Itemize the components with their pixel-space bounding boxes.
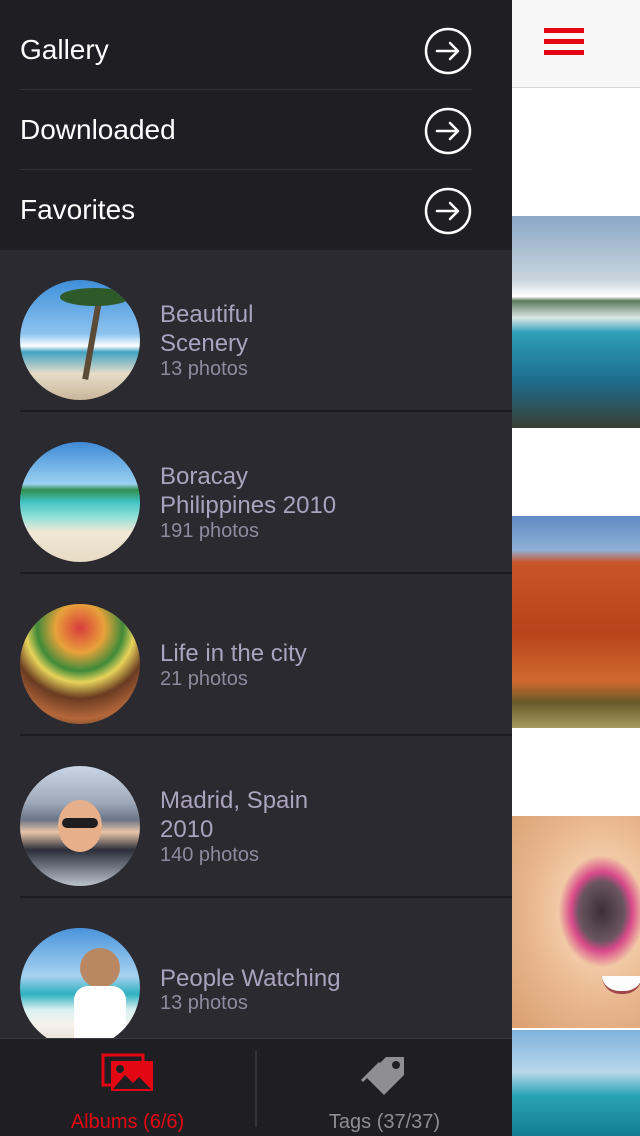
menu-item-label: Downloaded [20, 114, 176, 145]
photo-woman-sunglasses[interactable] [512, 816, 640, 1028]
photo-coastline[interactable] [512, 216, 640, 428]
album-item-life-in-the-city[interactable]: Life in the city 21 photos [0, 574, 512, 736]
album-name: Madrid, Spain 2010 [160, 787, 309, 843]
bottom-tab-bar: Albums (6/6) Tags (37/37) [0, 1038, 512, 1136]
arrow-right-circle-icon[interactable] [424, 27, 472, 75]
top-navigation-bar [512, 0, 640, 88]
side-drawer: Gallery Downloaded Favorites Beautiful S… [0, 0, 512, 1136]
album-name: Life in the city [160, 640, 307, 667]
tab-albums[interactable]: Albums (6/6) [0, 1039, 255, 1136]
album-thumbnail [20, 766, 140, 886]
arrow-right-circle-icon[interactable] [424, 187, 472, 235]
tab-albums-label: Albums (6/6) [70, 1111, 185, 1133]
album-item-beautiful-scenery[interactable]: Beautiful Scenery 13 photos [0, 250, 512, 412]
album-thumbnail [20, 604, 140, 724]
photo-red-rock[interactable] [512, 516, 640, 728]
album-name: Beautiful Scenery [160, 301, 254, 357]
album-thumbnail [20, 280, 140, 400]
hamburger-menu-icon[interactable] [544, 28, 584, 58]
album-name: Boracay Philippines 2010 [160, 463, 337, 519]
menu-item-favorites[interactable]: Favorites [20, 170, 472, 250]
album-item-boracay[interactable]: Boracay Philippines 2010 191 photos [0, 412, 512, 574]
album-photo-count: 13 photos [160, 358, 248, 380]
menu-item-downloaded[interactable]: Downloaded [20, 90, 472, 170]
menu-item-label: Gallery [20, 34, 109, 65]
album-thumbnail [20, 928, 140, 1048]
album-photo-count: 140 photos [160, 844, 259, 866]
album-name: People Watching [160, 965, 341, 992]
album-item-madrid[interactable]: Madrid, Spain 2010 140 photos [0, 736, 512, 898]
tab-tags-label: Tags (37/37) [328, 1111, 441, 1133]
pictures-icon [101, 1053, 153, 1091]
album-thumbnail [20, 442, 140, 562]
album-photo-count: 191 photos [160, 520, 259, 542]
photo-beach[interactable] [512, 1030, 640, 1136]
menu-item-gallery[interactable]: Gallery [20, 10, 472, 90]
tab-tags[interactable]: Tags (37/37) [257, 1039, 512, 1136]
drawer-menu: Gallery Downloaded Favorites [0, 0, 512, 250]
album-photo-count: 21 photos [160, 668, 248, 690]
arrow-right-circle-icon[interactable] [424, 107, 472, 155]
tag-icon [360, 1057, 404, 1095]
main-content [512, 0, 640, 1136]
album-photo-count: 13 photos [160, 992, 248, 1014]
menu-item-label: Favorites [20, 194, 136, 225]
album-item-people-watching[interactable]: People Watching 13 photos [0, 898, 512, 1060]
